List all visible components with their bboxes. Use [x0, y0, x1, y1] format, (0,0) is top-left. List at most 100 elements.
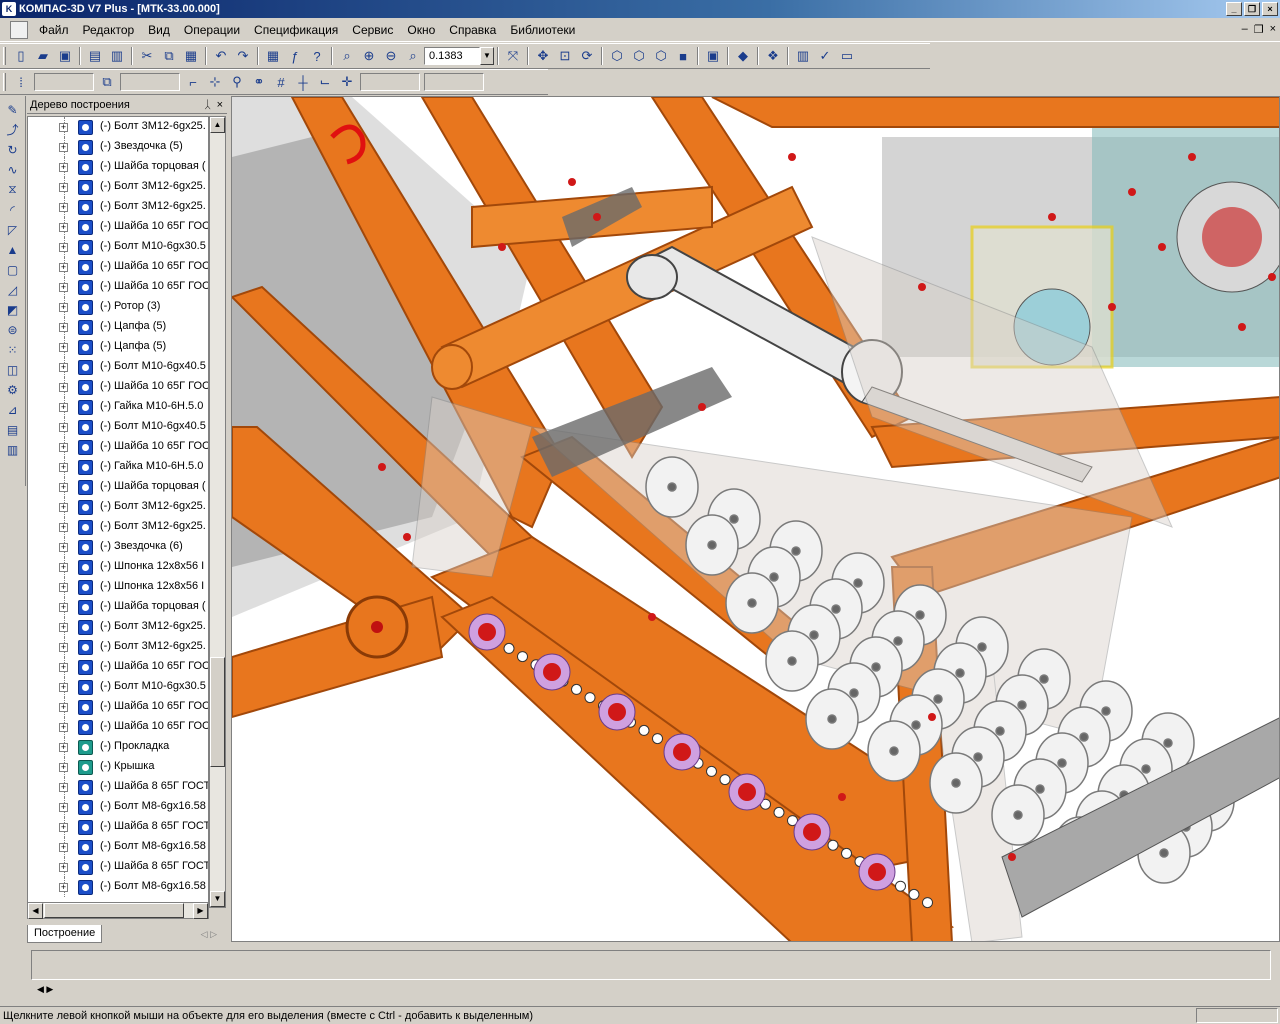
scroll-right-button[interactable]: ▶ [193, 903, 208, 919]
tree-item[interactable]: + (-) Шайба 8 65Г ГОСТ [28, 777, 208, 797]
expand-icon[interactable]: + [59, 383, 68, 392]
tree-item[interactable]: + (-) Болт 3М12-6gх25. [28, 177, 208, 197]
loft-icon[interactable]: ⧖ [3, 180, 23, 199]
expand-icon[interactable]: + [59, 283, 68, 292]
tilt-icon[interactable]: ◿ [3, 280, 23, 299]
toolbar-grip[interactable] [3, 73, 6, 91]
expand-icon[interactable]: + [59, 363, 68, 372]
tree-item[interactable]: + (-) Шпонка 12х8х56 I [28, 557, 208, 577]
property-panel[interactable] [31, 950, 1271, 980]
shaded-edges-icon[interactable]: ▣ [702, 45, 724, 67]
tree-horizontal-scrollbar[interactable]: ◀ ▶ [27, 902, 209, 919]
assembly-parts-icon[interactable]: ❖ [762, 45, 784, 67]
rotate-icon[interactable]: ⟳ [576, 45, 598, 67]
layers-icon[interactable]: ⧉ [96, 71, 118, 93]
kompas-app-icon[interactable]: K [2, 2, 16, 16]
ortho-icon[interactable]: ┼ [292, 71, 314, 93]
tree-item[interactable]: + (-) Прокладка [28, 737, 208, 757]
copy-icon[interactable]: ⧉ [158, 45, 180, 67]
expand-icon[interactable]: + [59, 563, 68, 572]
expand-icon[interactable]: + [59, 643, 68, 652]
tree-item[interactable]: + (-) Звездочка (6) [28, 537, 208, 557]
restore-button[interactable]: ❐ [1244, 2, 1260, 16]
expand-icon[interactable]: + [59, 843, 68, 852]
perspective-icon[interactable]: ◆ [732, 45, 754, 67]
expand-icon[interactable]: + [59, 723, 68, 732]
expand-icon[interactable]: + [59, 423, 68, 432]
expand-icon[interactable]: + [59, 443, 68, 452]
expand-icon[interactable]: + [59, 763, 68, 772]
zoom-window-icon[interactable]: ⌕ [336, 45, 358, 67]
assembly-3d-view[interactable] [232, 97, 1280, 942]
tree-item[interactable]: + (-) Болт М8-6gх16.58 [28, 797, 208, 817]
expand-icon[interactable]: + [59, 663, 68, 672]
undo-icon[interactable]: ↶ [210, 45, 232, 67]
property-nav-arrows[interactable]: ◀ ▶ [37, 984, 53, 995]
constraint-icon[interactable]: ⚲ [226, 71, 248, 93]
tree-item[interactable]: + (-) Шайба 10 65Г ГОС [28, 657, 208, 677]
menu-service[interactable]: Сервис [345, 18, 400, 42]
tree-item[interactable]: + (-) Болт М10-6gх40.5 [28, 417, 208, 437]
zoom-scale-icon[interactable]: ⌕ [402, 45, 424, 67]
section-icon[interactable]: ◩ [3, 300, 23, 319]
zoom-dropdown-button[interactable]: ▼ [480, 47, 494, 65]
mdi-close-button[interactable]: × [1270, 23, 1276, 36]
cursor-icon[interactable]: ✛ [336, 71, 358, 93]
menu-operations[interactable]: Операции [177, 18, 247, 42]
tree-item[interactable]: + (-) Шайба торцовая ( [28, 157, 208, 177]
expand-icon[interactable]: + [59, 803, 68, 812]
expand-icon[interactable]: + [59, 703, 68, 712]
tree-item[interactable]: + (-) Шайба 10 65Г ГОС [28, 217, 208, 237]
tree-item[interactable]: + (-) Шайба торцовая ( [28, 597, 208, 617]
zoom-fit-icon[interactable]: ⊡ [554, 45, 576, 67]
expand-icon[interactable]: + [59, 623, 68, 632]
expand-icon[interactable]: + [59, 303, 68, 312]
tree-item[interactable]: + (-) Болт М10-6gх40.5 [28, 357, 208, 377]
zoom-out-icon[interactable]: ⊖ [380, 45, 402, 67]
tree-item[interactable]: + (-) Болт 3М12-6gх25. [28, 517, 208, 537]
expand-icon[interactable]: + [59, 463, 68, 472]
expand-icon[interactable]: + [59, 243, 68, 252]
menu-view[interactable]: Вид [141, 18, 177, 42]
expand-icon[interactable]: + [59, 163, 68, 172]
print-preview-icon[interactable]: ▥ [106, 45, 128, 67]
save-icon[interactable]: ▣ [54, 45, 76, 67]
tree-item[interactable]: + (-) Шайба 10 65Г ГОС [28, 257, 208, 277]
rib-icon[interactable]: ▲ [3, 240, 23, 259]
expand-icon[interactable]: + [59, 583, 68, 592]
minimize-button[interactable]: _ [1226, 2, 1242, 16]
spec-icon[interactable]: ▥ [3, 440, 23, 459]
mdi-minimize-button[interactable]: – [1242, 23, 1248, 36]
open-folder-icon[interactable]: ▰ [32, 45, 54, 67]
tree-item[interactable]: + (-) Болт М8-6gх16.58 [28, 837, 208, 857]
menu-libraries[interactable]: Библиотеки [503, 18, 582, 42]
cut-icon[interactable]: ✂ [136, 45, 158, 67]
scroll-thumb[interactable] [210, 657, 225, 767]
library-icon[interactable]: ▤ [3, 420, 23, 439]
expand-icon[interactable]: + [59, 503, 68, 512]
expand-icon[interactable]: + [59, 603, 68, 612]
expand-icon[interactable]: + [59, 123, 68, 132]
document-icon[interactable] [10, 20, 28, 39]
tree-item[interactable]: + (-) Болт 3М12-6gх25. [28, 497, 208, 517]
menu-window[interactable]: Окно [400, 18, 442, 42]
menu-editor[interactable]: Редактор [76, 18, 142, 42]
link-icon[interactable]: ⚭ [248, 71, 270, 93]
expand-icon[interactable]: + [59, 823, 68, 832]
tree-close-button[interactable]: × [217, 96, 223, 114]
expand-icon[interactable]: + [59, 263, 68, 272]
rotate-op-icon[interactable]: ↻ [3, 140, 23, 159]
tree-item[interactable]: + (-) Шайба 10 65Г ГОС [28, 697, 208, 717]
snap-grid-icon[interactable]: ⁞ [10, 71, 32, 93]
help-pointer-icon[interactable]: ? [306, 45, 328, 67]
tree-item[interactable]: + (-) Болт М10-6gх30.5 [28, 237, 208, 257]
tree-item[interactable]: + (-) Болт М8-6gх16.58 [28, 877, 208, 897]
mdi-restore-button[interactable]: ❐ [1254, 23, 1264, 36]
array-icon[interactable]: ⁙ [3, 340, 23, 359]
tree-item[interactable]: + (-) Шайба 8 65Г ГОСТ [28, 857, 208, 877]
orientation-icon[interactable]: ⤧ [502, 45, 524, 67]
scroll-left-button[interactable]: ◀ [28, 903, 43, 919]
expand-icon[interactable]: + [59, 323, 68, 332]
pan-icon[interactable]: ✥ [532, 45, 554, 67]
local-cs-icon[interactable]: ⌐ [182, 71, 204, 93]
